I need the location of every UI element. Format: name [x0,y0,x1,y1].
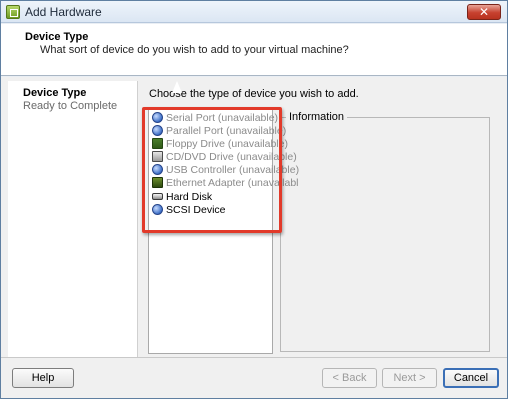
information-label: Information [286,111,348,123]
add-hardware-window: Add Hardware ✕ Device Type What sort of … [0,0,508,399]
close-button[interactable]: ✕ [467,4,501,20]
wizard-header: Device Type What sort of device do you w… [1,24,507,76]
back-button[interactable]: < Back [322,368,377,388]
annotation-highlight-box [142,107,282,233]
step-ready-to-complete[interactable]: Ready to Complete [23,100,117,112]
step-device-type[interactable]: Device Type [23,87,86,99]
next-button[interactable]: Next > [382,368,437,388]
cancel-button[interactable]: Cancel [443,368,499,388]
help-button[interactable]: Help [12,368,74,388]
title-bar[interactable]: Add Hardware ✕ [1,1,507,23]
header-subtitle: What sort of device do you wish to add t… [40,44,349,56]
information-group [280,117,490,352]
header-title: Device Type [25,31,89,43]
mouse-cursor-icon [172,81,182,93]
window-title: Add Hardware [25,5,102,19]
wizard-steps-panel: Device Type Ready to Complete [8,81,138,357]
wizard-footer: Help < Back Next > Cancel [1,357,507,398]
vsphere-app-icon [6,5,20,19]
